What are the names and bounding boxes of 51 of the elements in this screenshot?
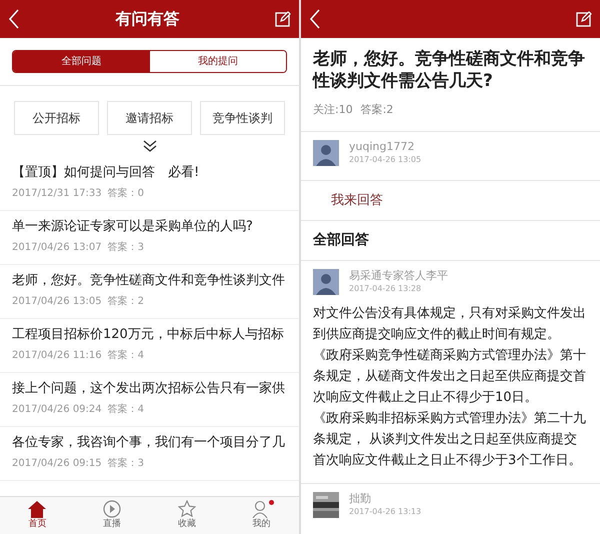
question-title[interactable]: 【置顶】如何提问与回答 必看!: [12, 163, 287, 183]
category-button[interactable]: 竞争性谈判: [200, 101, 285, 135]
follow-count: 关注:10: [313, 102, 353, 118]
post-time: 2017-04-26 13:28: [349, 283, 422, 295]
question-title[interactable]: 工程项目招标价120万元，中标后中标人与招标: [12, 325, 287, 345]
answer-count: 答案：4: [108, 404, 144, 415]
tab-bar-item[interactable]: 首页: [0, 497, 75, 534]
answer-text: 对文件公告没有具体规定，只有对采购文件发出到供应商提交响应文件的截止时间有规定。: [312, 305, 587, 344]
user-name: yuqing1772: [349, 140, 416, 154]
section-title: 全部回答: [312, 230, 370, 250]
back-icon[interactable]: [309, 9, 321, 29]
question-title: 老师，您好。竞争性磋商文件和竞争性谈判文件需公告几天?: [311, 48, 586, 93]
star-icon: [178, 500, 196, 518]
question-title[interactable]: 老师，您好。竞争性磋商文件和竞争性谈判文件: [12, 271, 287, 291]
question-time: 2017/12/31 17:33: [12, 188, 102, 199]
post-time: 2017-04-26 13:13: [349, 506, 422, 518]
question-title[interactable]: 接上个问题，这个发出两次招标公告只有一家供: [12, 379, 287, 399]
question-title[interactable]: 单一来源论证专家可以是采购单位的人吗?: [12, 217, 287, 237]
tab-bar-item[interactable]: 收藏: [150, 497, 224, 534]
tab-bar-item[interactable]: 直播: [74, 497, 150, 534]
answer-count: 答案：2: [108, 296, 144, 307]
edit-icon[interactable]: [576, 11, 592, 27]
avatar-icon: [313, 269, 339, 295]
question-time: 2017/04/26 09:24: [12, 404, 102, 415]
header-title: 有问有答: [116, 8, 180, 30]
user-name: 拙勤: [349, 492, 372, 506]
category-button[interactable]: 邀请招标: [107, 101, 192, 135]
expand-chevron-icon[interactable]: [142, 139, 156, 153]
play-icon: [103, 500, 122, 518]
avatar-icon: [313, 140, 339, 166]
answer-count: 答案:2: [360, 102, 394, 118]
tab-bar-item[interactable]: 我的: [224, 497, 299, 534]
answer-count: 答案：3: [108, 458, 144, 469]
answer-link[interactable]: 我来回答: [301, 180, 600, 220]
category-button[interactable]: 公开招标: [14, 101, 99, 135]
segment-tab[interactable]: 全部问题: [13, 51, 150, 72]
question-title[interactable]: 各位专家，我咨询个事，我们有一个项目分了几: [12, 433, 287, 453]
question-time: 2017/04/26 11:16: [12, 350, 102, 361]
answer-text: 《政府采购竞争性磋商采购方式管理办法》第十条规定，从磋商文件发出之日起至供应商提交首次响应文件截止之日止不得少于10日。: [312, 347, 587, 407]
question-time: 2017/04/26 13:07: [12, 242, 102, 253]
answer-count: 答案：0: [108, 188, 144, 199]
question-time: 2017/04/26 09:15: [12, 458, 102, 469]
question-time: 2017/04/26 13:05: [12, 296, 102, 307]
home-icon: [27, 500, 48, 518]
answer-text: 《政府采购非招标采购方式管理办法》第二十九条规定， 从谈判文件发出之日起至供应商提交首次响应文件截止之日止不得少于3个工作日。: [312, 410, 587, 470]
edit-icon[interactable]: [275, 11, 291, 27]
answer-count: 答案：3: [108, 242, 144, 253]
post-time: 2017-04-26 13:05: [349, 154, 422, 166]
back-icon[interactable]: [8, 9, 20, 29]
answer-count: 答案：4: [108, 350, 144, 361]
user-name: 易采通专家答人李平: [349, 269, 448, 283]
